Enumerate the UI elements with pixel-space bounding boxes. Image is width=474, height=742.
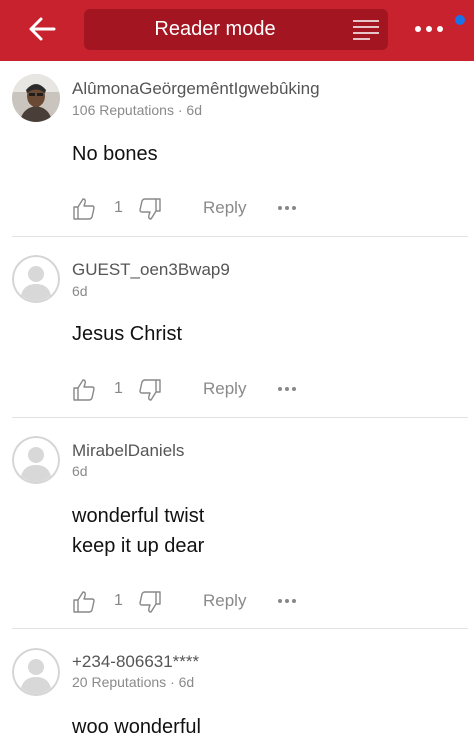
more-horizontal-icon[interactable] <box>410 14 450 44</box>
thumbs-up-icon[interactable] <box>72 197 96 221</box>
reply-button[interactable]: Reply <box>203 198 246 218</box>
back-button[interactable] <box>24 12 60 46</box>
like-count: 1 <box>114 592 123 609</box>
thumbs-down-icon[interactable] <box>138 590 162 614</box>
username[interactable]: AlûmonaGeörgemêntIgwebûking <box>72 79 320 99</box>
username[interactable]: MirabelDaniels <box>72 441 184 461</box>
top-bar: Reader mode <box>0 0 474 61</box>
more-options-icon[interactable] <box>276 380 298 398</box>
reply-button[interactable]: Reply <box>203 379 246 399</box>
comment-meta: 6d <box>72 463 88 479</box>
avatar[interactable] <box>12 648 60 696</box>
thumbs-down-icon[interactable] <box>138 197 162 221</box>
comment-actions: 1 Reply <box>72 197 452 227</box>
default-avatar-icon <box>12 648 60 696</box>
default-avatar-icon <box>12 436 60 484</box>
thumbs-up-icon[interactable] <box>72 378 96 402</box>
comment-body: No bones <box>72 139 158 169</box>
more-options-icon[interactable] <box>276 199 298 217</box>
avatar[interactable] <box>12 255 60 303</box>
comment-item: AlûmonaGeörgemêntIgwebûking 106 Reputati… <box>0 61 474 237</box>
thumbs-down-icon[interactable] <box>138 378 162 402</box>
comment-meta: 20 Reputations · 6d <box>72 674 195 690</box>
like-count: 1 <box>114 199 123 216</box>
avatar[interactable] <box>12 74 60 122</box>
thumbs-up-icon[interactable] <box>72 590 96 614</box>
username[interactable]: +234-806631**** <box>72 652 199 672</box>
reader-mode-button[interactable]: Reader mode <box>84 9 388 50</box>
comment-body-line: No bones <box>72 143 158 165</box>
comment-body-line: Jesus Christ <box>72 323 183 345</box>
comment-body: Jesus Christ <box>72 319 182 349</box>
reader-mode-label: Reader mode <box>154 18 276 40</box>
arrow-left-icon <box>29 17 56 41</box>
comment-body-line: wonderful twist <box>72 505 205 527</box>
comment-meta: 6d <box>72 283 88 299</box>
notification-dot <box>455 15 465 25</box>
comment-item: GUEST_oen3Bwap9 6d Jesus Christ 1 Reply <box>0 237 474 417</box>
more-options-icon[interactable] <box>276 592 298 610</box>
comment-item: MirabelDaniels 6d wonderful twist keep i… <box>0 418 474 628</box>
comment-actions: 1 Reply <box>72 590 452 620</box>
username[interactable]: GUEST_oen3Bwap9 <box>72 260 230 280</box>
text-lines-icon <box>353 20 379 40</box>
comment-body: wonderful twist keep it up dear <box>72 501 204 561</box>
comment-body-line: woo wonderful <box>72 716 201 738</box>
comment-actions: 1 Reply <box>72 378 452 408</box>
default-avatar-icon <box>12 255 60 303</box>
user-photo-icon <box>12 74 60 122</box>
comment-meta: 106 Reputations · 6d <box>72 102 202 118</box>
comment-item: +234-806631**** 20 Reputations · 6d woo … <box>0 629 474 742</box>
comment-body-line: keep it up dear <box>72 535 205 557</box>
reply-button[interactable]: Reply <box>203 591 246 611</box>
avatar[interactable] <box>12 436 60 484</box>
comment-body: woo wonderful <box>72 712 201 742</box>
like-count: 1 <box>114 380 123 397</box>
